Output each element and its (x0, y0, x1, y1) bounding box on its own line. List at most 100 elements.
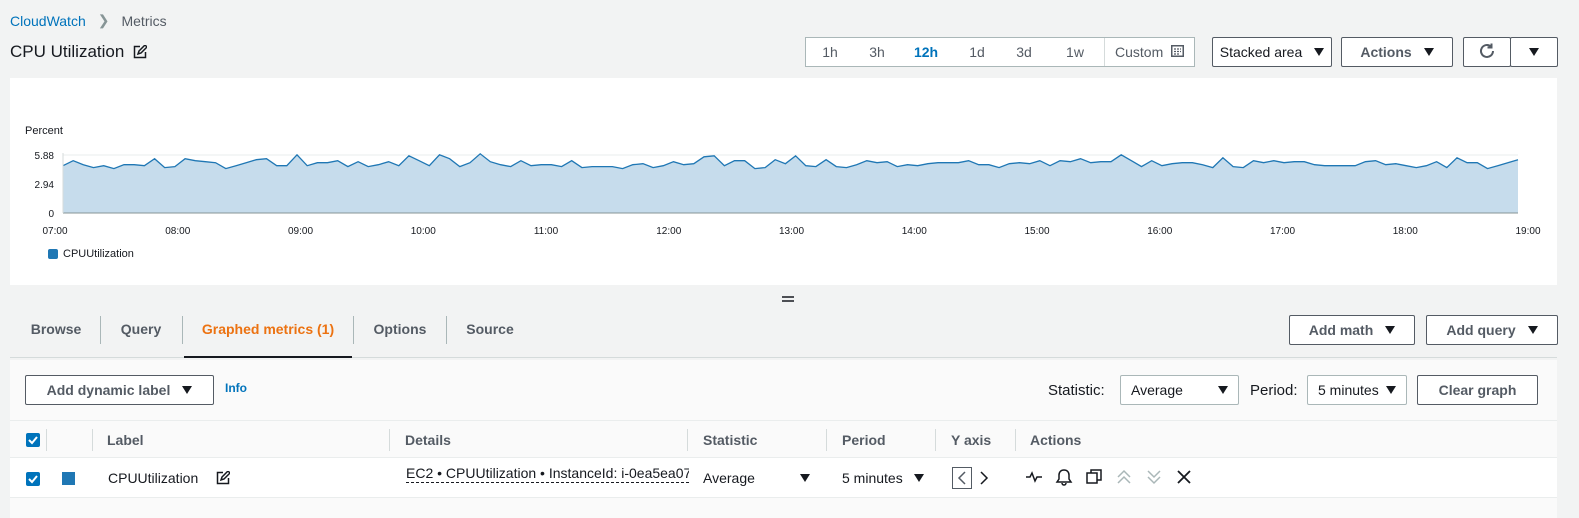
breadcrumb: CloudWatch ❯ Metrics (10, 12, 167, 29)
tab-divider (353, 316, 354, 344)
tab-divider (182, 316, 183, 344)
time-range-1h[interactable]: 1h (806, 38, 854, 66)
panel-resize-handle[interactable] (782, 290, 794, 302)
caret-down-icon (182, 386, 193, 394)
column-divider (1015, 429, 1016, 451)
actions-label: Actions (1360, 44, 1412, 60)
add-math-button[interactable]: Add math (1289, 315, 1415, 345)
statistic-label: Statistic: (1048, 382, 1105, 399)
add-query-label: Add query (1446, 322, 1516, 338)
duplicate-icon[interactable] (1085, 468, 1103, 486)
period-label: Period: (1250, 382, 1298, 399)
column-header-actions: Actions (1030, 432, 1082, 448)
edit-title-icon[interactable] (133, 43, 149, 59)
page-title: CPU Utilization (10, 42, 125, 61)
caret-down-icon (1314, 48, 1325, 56)
row-period-value: 5 minutes (842, 470, 903, 486)
row-details-cell: EC2 • CPUUtilization • InstanceId: i-0ea… (406, 458, 689, 498)
x-tick-label: 07:00 (42, 226, 67, 237)
time-range-1w[interactable]: 1w (1046, 38, 1104, 66)
chart-type-label: Stacked area (1219, 44, 1303, 60)
x-tick-label: 17:00 (1270, 226, 1295, 237)
refresh-button[interactable] (1463, 37, 1511, 67)
caret-down-icon (914, 474, 924, 482)
calendar-icon (1171, 38, 1185, 66)
select-all-checkbox[interactable] (26, 433, 40, 447)
row-label[interactable]: CPUUtilization (108, 458, 198, 498)
time-range-12h[interactable]: 12h (900, 38, 952, 66)
custom-label: Custom (1115, 44, 1164, 60)
row-select-checkbox[interactable] (26, 472, 40, 486)
row-period-select[interactable]: 5 minutes (842, 464, 924, 492)
column-divider (935, 429, 936, 451)
x-tick-label: 16:00 (1147, 226, 1172, 237)
column-divider (92, 429, 93, 451)
y-axis-label: Percent (25, 125, 63, 137)
time-range-custom[interactable]: Custom (1104, 38, 1194, 66)
legend-swatch (48, 249, 58, 259)
statistic-select[interactable]: Average (1120, 375, 1239, 405)
time-range-selector: 1h 3h 12h 1d 3d 1w Custom (805, 37, 1196, 67)
tab-source[interactable]: Source (454, 306, 526, 358)
refresh-options-dropdown[interactable] (1510, 37, 1558, 67)
info-link[interactable]: Info (225, 381, 247, 395)
row-statistic-value: Average (703, 470, 755, 486)
metrics-table-header: Label Details Statistic Period Y axis Ac… (10, 420, 1557, 458)
chart-legend: CPUUtilization (48, 248, 134, 260)
time-range-1d[interactable]: 1d (952, 38, 1002, 66)
period-select[interactable]: 5 minutes (1307, 375, 1407, 405)
x-tick-label: 09:00 (288, 226, 313, 237)
column-divider (46, 429, 47, 451)
tab-options[interactable]: Options (360, 306, 440, 358)
table-row: CPUUtilization EC2 • CPUUtilization • In… (10, 458, 1557, 498)
series-area (63, 153, 1518, 213)
graph-only-this-icon[interactable] (1025, 468, 1043, 486)
x-tick-label: 08:00 (165, 226, 190, 237)
period-select-value: 5 minutes (1318, 382, 1379, 398)
column-header-y-axis: Y axis (951, 432, 992, 448)
y-tick-label: 0 (48, 209, 54, 220)
create-alarm-icon[interactable] (1055, 468, 1073, 486)
caret-down-icon (1385, 326, 1396, 334)
add-dynamic-label-button[interactable]: Add dynamic label (25, 375, 214, 405)
caret-down-icon (1423, 48, 1434, 56)
title-row: CPU Utilization (10, 42, 149, 62)
cpu-utilization-chart: Percent 0 2.94 5.88 07:00 08:00 09:00 10:00 11:0… (25, 125, 1541, 237)
edit-label-icon[interactable] (216, 469, 232, 485)
x-tick-label: 10:00 (411, 226, 436, 237)
column-header-period: Period (842, 432, 886, 448)
row-details[interactable]: EC2 • CPUUtilization • InstanceId: i-0ea… (406, 464, 689, 483)
column-divider (389, 429, 390, 451)
move-down-icon[interactable] (1145, 468, 1163, 486)
tab-divider (100, 316, 101, 344)
statistic-select-value: Average (1131, 382, 1183, 398)
chart-type-dropdown[interactable]: Stacked area (1212, 37, 1332, 67)
caret-down-icon (1218, 386, 1228, 394)
actions-button[interactable]: Actions (1341, 37, 1453, 67)
tab-browse[interactable]: Browse (20, 306, 92, 358)
chart-panel: Percent 0 2.94 5.88 07:00 08:00 09:00 10:00 11:0… (10, 78, 1557, 285)
move-up-icon[interactable] (1115, 468, 1133, 486)
x-tick-label: 19:00 (1515, 226, 1540, 237)
caret-down-icon (1527, 326, 1538, 334)
breadcrumb-cloudwatch-link[interactable]: CloudWatch (10, 13, 86, 29)
time-range-3h[interactable]: 3h (854, 38, 900, 66)
x-tick-label: 13:00 (779, 226, 804, 237)
series-color-swatch[interactable] (62, 472, 75, 485)
time-range-3d[interactable]: 3d (1002, 38, 1046, 66)
clear-graph-button[interactable]: Clear graph (1417, 375, 1538, 405)
tab-query[interactable]: Query (108, 306, 174, 358)
add-math-label: Add math (1308, 322, 1374, 338)
x-tick-label: 14:00 (902, 226, 927, 237)
breadcrumb-current: Metrics (121, 12, 167, 29)
row-statistic-select[interactable]: Average (703, 464, 810, 492)
x-tick-label: 15:00 (1024, 226, 1049, 237)
column-divider (687, 429, 688, 451)
caret-down-icon (800, 474, 810, 482)
y-axis-left-button[interactable] (952, 467, 972, 489)
tab-graphed-metrics[interactable]: Graphed metrics (1) (184, 306, 352, 358)
add-query-button[interactable]: Add query (1426, 315, 1558, 345)
remove-icon[interactable] (1175, 468, 1193, 486)
y-axis-right-button[interactable] (974, 467, 994, 489)
column-divider (826, 429, 827, 451)
